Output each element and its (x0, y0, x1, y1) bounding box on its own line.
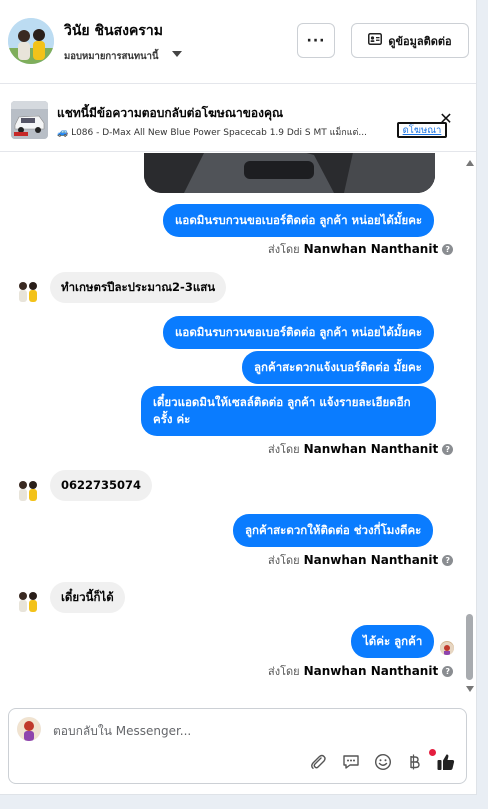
outgoing-message[interactable]: ได้ค่ะ ลูกค้า (351, 625, 435, 658)
outgoing-message[interactable]: ลูกค้าสะดวกแจ้งเบอร์ติดต่อ มั้ยคะ (242, 351, 434, 384)
saved-reply-icon[interactable] (340, 751, 362, 773)
close-icon[interactable]: ✕ (438, 111, 454, 127)
outgoing-message[interactable]: เดี๋ยวแอดมินให้เซลล์ติดต่อ ลูกค้า แจ้งรา… (141, 386, 436, 436)
sent-by-label: ส่งโดย Nanwhan Nanthanit ? (268, 440, 454, 458)
sender-avatar[interactable] (14, 588, 42, 612)
sent-by-prefix: ส่งโดย (268, 443, 300, 456)
sent-by-name: Nanwhan Nanthanit (303, 442, 439, 456)
contact-avatar[interactable] (8, 18, 54, 64)
chevron-down-icon[interactable] (172, 51, 182, 57)
help-icon[interactable]: ? (442, 665, 454, 677)
scrollbar-thumb[interactable] (466, 614, 473, 680)
outgoing-message[interactable]: ลูกค้าสะดวกให้ติดต่อ ช่วงกี่โมงดีคะ (233, 514, 434, 547)
sent-by-prefix: ส่งโดย (268, 243, 300, 256)
sent-by-name: Nanwhan Nanthanit (303, 553, 439, 567)
contact-card-icon (368, 33, 383, 48)
outgoing-message[interactable]: แอดมินรบกวนขอเบอร์ติดต่อ ลูกค้า หน่อยได้… (163, 316, 435, 349)
view-contact-info-label: ดูข้อมูลติดต่อ (388, 34, 452, 48)
shared-photo[interactable] (144, 153, 435, 193)
emoji-icon[interactable] (372, 751, 394, 773)
sent-by-label: ส่งโดย Nanwhan Nanthanit ? (268, 240, 454, 258)
message-line: เดี๋ยวแอดมินให้เซลล์ติดต่อ ลูกค้า แจ้งรา… (153, 395, 411, 409)
incoming-message[interactable]: 0622735074 (50, 470, 153, 501)
help-icon[interactable]: ? (442, 243, 454, 255)
incoming-message[interactable]: เดี๋ยวนี้ก็ได้ (50, 582, 125, 613)
page-avatar (17, 717, 41, 741)
message-thread: แอดมินรบกวนขอเบอร์ติดต่อ ลูกค้า หน่อยได้… (0, 153, 476, 698)
help-icon[interactable]: ? (442, 554, 454, 566)
contact-name[interactable]: วินัย ชินสงคราม (64, 20, 163, 42)
help-icon[interactable]: ? (442, 443, 454, 455)
conversation-header: วินัย ชินสงคราม มอบหมายการสนทนานี้ ··· ด… (0, 0, 476, 84)
incoming-message[interactable]: ทำเกษตรปีละประมาณ2-3แสน (50, 272, 227, 303)
paperclip-icon[interactable] (307, 751, 329, 773)
ad-banner-title: แชทนี้มีข้อความตอบกลับต่อโฆษณาของคุณ (57, 106, 284, 120)
ad-banner-subtitle: 🚙 L086 - D-Max All New Blue Power Spacec… (57, 128, 367, 138)
like-icon[interactable] (435, 751, 457, 773)
sent-by-name: Nanwhan Nanthanit (303, 664, 439, 678)
sent-by-label: ส่งโดย Nanwhan Nanthanit ? (268, 551, 454, 569)
sent-by-prefix: ส่งโดย (268, 665, 300, 678)
outgoing-message[interactable]: แอดมินรบกวนขอเบอร์ติดต่อ ลูกค้า หน่อยได้… (163, 204, 435, 237)
sent-by-label: ส่งโดย Nanwhan Nanthanit ? (268, 662, 454, 680)
reply-composer (8, 708, 467, 784)
reply-input[interactable] (53, 722, 443, 740)
messenger-panel: วินัย ชินสงคราม มอบหมายการสนทนานี้ ··· ด… (0, 0, 477, 795)
sent-by-prefix: ส่งโดย (268, 554, 300, 567)
sent-by-name: Nanwhan Nanthanit (303, 242, 439, 256)
more-options-button[interactable]: ··· (297, 23, 335, 58)
baht-icon[interactable] (403, 751, 425, 773)
message-line: ครั้ง ค่ะ (153, 412, 191, 426)
ad-reply-banner: แชทนี้มีข้อความตอบกลับต่อโฆษณาของคุณ 🚙 L… (0, 85, 476, 152)
scroll-down-arrow-icon[interactable] (466, 686, 474, 692)
scroll-up-arrow-icon[interactable] (466, 160, 474, 166)
sender-avatar[interactable] (14, 278, 42, 302)
ad-thumbnail[interactable] (11, 101, 48, 139)
read-receipt-avatar (440, 641, 454, 655)
view-contact-info-button[interactable]: ดูข้อมูลติดต่อ (351, 23, 469, 58)
assign-conversation-label[interactable]: มอบหมายการสนทนานี้ (64, 49, 159, 64)
sender-avatar[interactable] (14, 477, 42, 501)
